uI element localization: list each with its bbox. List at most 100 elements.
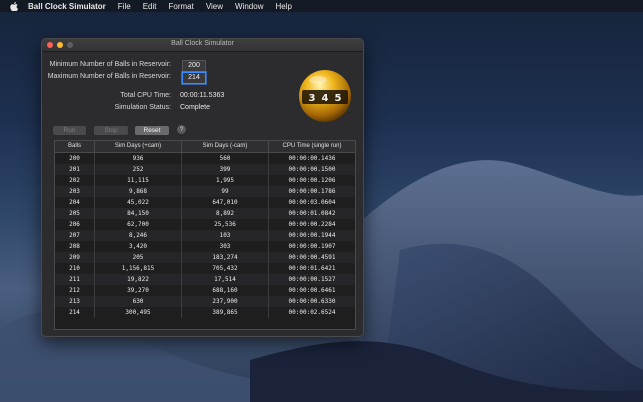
menu-format[interactable]: Format — [168, 2, 193, 11]
menu-help[interactable]: Help — [275, 2, 291, 11]
table-cell: 936 — [95, 153, 182, 164]
menu-window[interactable]: Window — [235, 2, 263, 11]
table-cell: 300,495 — [95, 307, 182, 318]
table-header: Balls Sim Days (+cam) Sim Days (-cam) CP… — [55, 141, 355, 153]
table-cell: 207 — [55, 230, 95, 241]
table-cell: 1,995 — [182, 175, 269, 186]
table-cell: 3,420 — [95, 241, 182, 252]
table-cell: 00:00:02.6524 — [288, 309, 336, 316]
table-cell: 19,822 — [95, 274, 182, 285]
table-cell: 45,022 — [95, 197, 182, 208]
table-cell: 208 — [55, 241, 95, 252]
app-window: Ball Clock Simulator Minimum Number of B… — [41, 38, 364, 337]
table-cell: 25,536 — [182, 219, 269, 230]
table-row[interactable]: 213 630 237,900 00:00:00.6330 — [55, 296, 355, 307]
table-cell: 206 — [55, 219, 95, 230]
table-cell: 00:00:00.6330 — [288, 298, 336, 305]
table-cell: 209 — [55, 252, 95, 263]
table-row[interactable]: 203 9,868 99 00:00:00.1786 — [55, 186, 355, 197]
help-button[interactable]: ? — [177, 125, 186, 134]
table-cell: 212 — [55, 285, 95, 296]
table-cell: 84,150 — [95, 208, 182, 219]
table-row[interactable]: 211 19,822 17,514 00:00:00.1527 — [55, 274, 355, 285]
min-balls-label: Minimum Number of Balls in Reservoir: — [49, 61, 171, 68]
table-cell: 560 — [182, 153, 269, 164]
table-cell: 00:00:00.1436 — [288, 155, 336, 162]
table-cell: 00:00:00.1206 — [288, 177, 336, 184]
table-row[interactable]: 210 1,156,815 705,432 00:00:01.6421 — [55, 263, 355, 274]
table-cell: 17,514 — [182, 274, 269, 285]
table-cell: 00:00:00.6461 — [288, 287, 336, 294]
table-cell: 688,160 — [182, 285, 269, 296]
logo-digit: 4 — [322, 93, 329, 104]
window-title: Ball Clock Simulator — [171, 40, 234, 47]
table-row[interactable]: 202 11,115 1,995 00:00:00.1206 — [55, 175, 355, 186]
max-balls-label: Maximum Number of Balls in Reservoir: — [47, 73, 171, 80]
table-cell: 647,010 — [182, 197, 269, 208]
column-header-cpu-time[interactable]: CPU Time (single run) — [269, 141, 355, 152]
table-cell: 183,274 — [182, 252, 269, 263]
min-balls-field[interactable]: 200 — [182, 60, 206, 72]
reset-button[interactable]: Reset — [135, 126, 169, 135]
table-cell: 00:00:00.1527 — [288, 276, 336, 283]
table-row[interactable]: 201 252 399 00:00:00.1500 — [55, 164, 355, 175]
table-cell: 210 — [55, 263, 95, 274]
cpu-time-value: 00:00:11.5363 — [180, 92, 225, 99]
table-cell: 00:00:00.2284 — [288, 221, 336, 228]
menu-bar: Ball Clock Simulator File Edit Format Vi… — [0, 0, 643, 12]
table-cell: 252 — [95, 164, 182, 175]
table-cell: 62,700 — [95, 219, 182, 230]
table-cell: 103 — [182, 230, 269, 241]
table-cell: 11,115 — [95, 175, 182, 186]
table-row[interactable]: 209 205 183,274 00:00:00.4591 — [55, 252, 355, 263]
results-table[interactable]: Balls Sim Days (+cam) Sim Days (-cam) CP… — [54, 140, 356, 330]
table-cell: 00:00:01.6421 — [288, 265, 336, 272]
table-cell: 201 — [55, 164, 95, 175]
table-row[interactable]: 207 8,246 103 00:00:00.1944 — [55, 230, 355, 241]
table-cell: 211 — [55, 274, 95, 285]
table-cell: 99 — [182, 186, 269, 197]
table-cell: 8,246 — [95, 230, 182, 241]
apple-icon[interactable] — [10, 1, 18, 11]
table-cell: 00:00:01.0842 — [288, 210, 336, 217]
menu-file[interactable]: File — [118, 2, 131, 11]
title-bar[interactable]: Ball Clock Simulator — [42, 39, 363, 52]
logo-digit: 5 — [335, 93, 342, 104]
table-row[interactable]: 212 39,270 688,160 00:00:00.6461 — [55, 285, 355, 296]
table-row[interactable]: 200 936 560 00:00:00.1436 — [55, 153, 355, 164]
table-cell: 205 — [95, 252, 182, 263]
table-row[interactable]: 204 45,022 647,010 00:00:03.0604 — [55, 197, 355, 208]
table-row[interactable]: 214 300,495 389,865 00:00:02.6524 — [55, 307, 355, 318]
table-row[interactable]: 208 3,420 303 00:00:00.1907 — [55, 241, 355, 252]
menu-edit[interactable]: Edit — [143, 2, 157, 11]
table-row[interactable]: 206 62,700 25,536 00:00:00.2284 — [55, 219, 355, 230]
max-balls-field[interactable]: 214 — [182, 72, 206, 84]
table-cell: 00:00:00.1786 — [288, 188, 336, 195]
table-cell: 203 — [55, 186, 95, 197]
table-cell: 8,892 — [182, 208, 269, 219]
table-cell: 705,432 — [182, 263, 269, 274]
run-button[interactable]: Run — [53, 126, 86, 135]
column-header-balls[interactable]: Balls — [55, 141, 95, 152]
column-header-sim-days-minus-cam[interactable]: Sim Days (-cam) — [182, 141, 269, 152]
status-value: Complete — [180, 104, 210, 111]
table-body: 200 936 560 00:00:00.1436 201 252 399 00:00:00.… — [55, 153, 355, 318]
menu-view[interactable]: View — [206, 2, 223, 11]
column-header-sim-days-plus-cam[interactable]: Sim Days (+cam) — [95, 141, 182, 152]
table-cell: 202 — [55, 175, 95, 186]
table-cell: 630 — [95, 296, 182, 307]
table-cell: 00:00:00.1944 — [288, 232, 336, 239]
stop-button[interactable]: Stop — [94, 126, 128, 135]
table-cell: 213 — [55, 296, 95, 307]
table-cell: 214 — [55, 307, 95, 318]
table-cell: 237,900 — [182, 296, 269, 307]
table-cell: 00:00:00.4591 — [288, 254, 336, 261]
table-cell: 9,868 — [95, 186, 182, 197]
table-row[interactable]: 205 84,150 8,892 00:00:01.0842 — [55, 208, 355, 219]
table-cell: 00:00:00.1500 — [288, 166, 336, 173]
table-cell: 1,156,815 — [95, 263, 182, 274]
menu-app-name[interactable]: Ball Clock Simulator — [28, 2, 106, 11]
table-cell: 00:00:00.1907 — [288, 243, 336, 250]
ball-clock-logo: 3 4 5 — [299, 70, 351, 122]
table-cell: 39,270 — [95, 285, 182, 296]
